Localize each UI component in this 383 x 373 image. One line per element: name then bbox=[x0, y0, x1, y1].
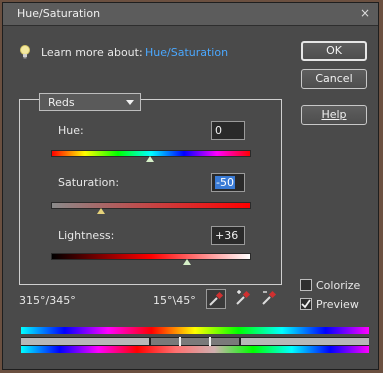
range-right-label: 15°\45° bbox=[153, 294, 196, 307]
saturation-input[interactable]: -50 bbox=[211, 173, 245, 192]
range-handle-inner-left[interactable] bbox=[179, 337, 181, 346]
lightness-label: Lightness: bbox=[58, 229, 115, 242]
help-button[interactable]: Help bbox=[301, 105, 367, 125]
colorize-checkbox[interactable] bbox=[300, 279, 312, 291]
saturation-slider-track[interactable] bbox=[51, 202, 251, 209]
lightness-slider-thumb[interactable] bbox=[183, 259, 191, 265]
eyedropper-minus-glyph bbox=[262, 290, 277, 305]
eyedropper-plus-glyph bbox=[236, 290, 251, 305]
cancel-button[interactable]: Cancel bbox=[301, 69, 367, 89]
hue-label: Hue: bbox=[58, 124, 84, 137]
chevron-down-icon bbox=[126, 100, 134, 105]
dropdown-selected-value: Reds bbox=[48, 96, 75, 109]
range-selected-segment bbox=[149, 338, 239, 345]
hue-slider-thumb[interactable] bbox=[146, 156, 154, 162]
eyedropper-minus-icon[interactable] bbox=[260, 289, 280, 309]
hue-saturation-dialog: Hue/Saturation × Learn more about: Hue/S… bbox=[2, 2, 379, 370]
eyedropper-icon[interactable] bbox=[206, 289, 226, 309]
range-handle-right[interactable] bbox=[239, 337, 241, 346]
spectrum-bar-top bbox=[21, 327, 369, 334]
preview-checkbox[interactable] bbox=[300, 298, 312, 310]
range-handle-inner-right[interactable] bbox=[209, 337, 211, 346]
range-left-label: 315°/345° bbox=[19, 294, 76, 307]
colorize-label[interactable]: Colorize bbox=[316, 279, 360, 292]
eyedropper-glyph bbox=[209, 291, 224, 306]
title-bar[interactable]: Hue/Saturation × bbox=[3, 3, 378, 26]
checkmark-icon bbox=[301, 299, 311, 309]
eyedropper-plus-icon[interactable] bbox=[234, 289, 254, 309]
spectrum-bar-bottom bbox=[21, 346, 369, 353]
edit-channel-dropdown[interactable]: Reds bbox=[39, 93, 141, 111]
dialog-title: Hue/Saturation bbox=[17, 7, 101, 20]
saturation-slider-thumb[interactable] bbox=[97, 208, 105, 214]
ok-button[interactable]: OK bbox=[301, 41, 367, 61]
lightness-input[interactable]: +36 bbox=[211, 226, 245, 245]
saturation-label: Saturation: bbox=[58, 176, 120, 189]
hue-input[interactable]: 0 bbox=[211, 121, 245, 140]
close-icon[interactable]: × bbox=[358, 6, 372, 20]
learn-more-link[interactable]: Hue/Saturation bbox=[145, 46, 228, 59]
range-handle-left[interactable] bbox=[149, 337, 151, 346]
lightbulb-icon bbox=[20, 45, 30, 59]
saturation-value: -50 bbox=[215, 176, 235, 189]
preview-label[interactable]: Preview bbox=[316, 298, 359, 311]
range-indicator-bar[interactable] bbox=[21, 337, 369, 346]
learn-more-label: Learn more about: bbox=[41, 46, 143, 59]
lightness-slider-track[interactable] bbox=[51, 253, 251, 260]
